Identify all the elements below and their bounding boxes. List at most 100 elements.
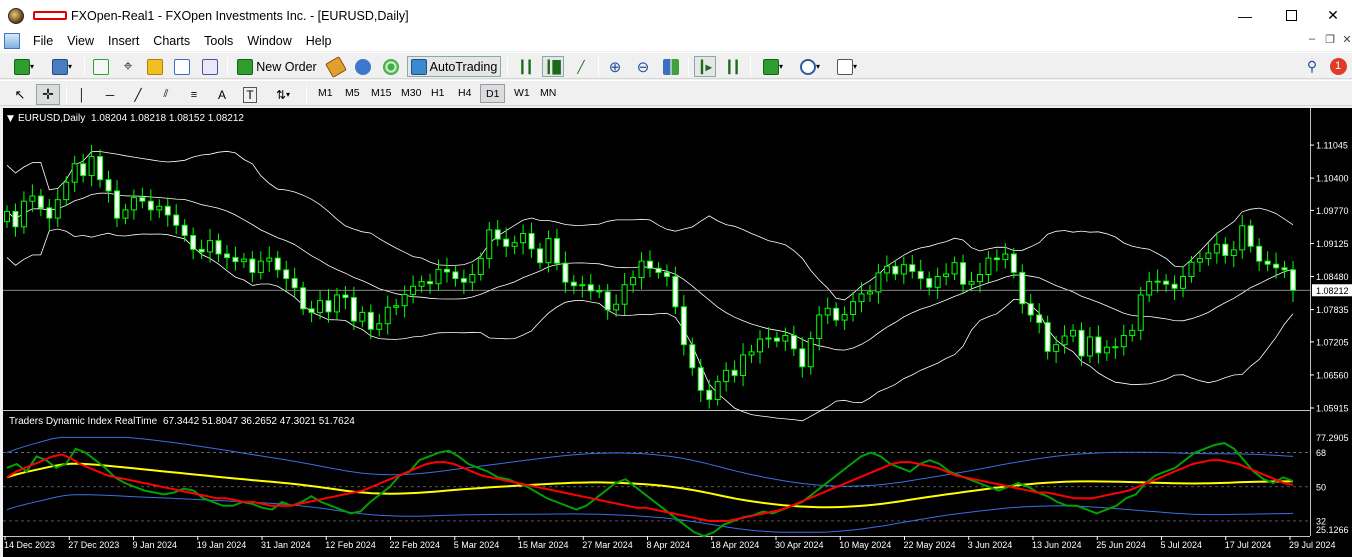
zoom-in-button[interactable]: ⊕ xyxy=(604,56,626,77)
candle-body-bull xyxy=(1053,344,1060,352)
candle-body-bull xyxy=(613,303,620,311)
mdi-restore-icon[interactable]: ❐ xyxy=(1321,33,1339,46)
timeframe-m1[interactable]: M1 xyxy=(313,84,338,103)
zoom-out-button[interactable]: ⊖ xyxy=(632,56,654,77)
toolbar-separator xyxy=(598,57,599,76)
bar-chart-button[interactable]: ┃┃ xyxy=(515,56,537,77)
fibonacci-button[interactable]: ≡ xyxy=(184,84,204,105)
text-tool-button[interactable]: A xyxy=(212,84,232,105)
metaeditor-button[interactable] xyxy=(325,55,347,78)
timeframe-d1[interactable]: D1 xyxy=(480,84,506,103)
price-pane[interactable] xyxy=(3,108,1310,410)
candle-body-bear xyxy=(46,207,53,219)
menu-file[interactable]: File xyxy=(26,31,60,51)
strategy-tester-button[interactable] xyxy=(199,56,221,77)
date-tick-label: 10 May 2024 xyxy=(839,540,891,550)
chart-window[interactable]: 1.11045 1.10400 1.09770 1.09125 1.08480 1.078… xyxy=(3,108,1352,557)
timeframe-m5[interactable]: M5 xyxy=(340,84,365,103)
menu-tools[interactable]: Tools xyxy=(197,31,240,51)
candle-body-bear xyxy=(494,229,501,240)
menu-insert[interactable]: Insert xyxy=(101,31,146,51)
price-tick-label: 1.07205 xyxy=(1316,337,1349,347)
data-window-button[interactable]: ⌖ xyxy=(117,56,139,77)
community-button[interactable] xyxy=(352,56,374,77)
text-tool-icon: A xyxy=(217,87,226,102)
redacted-account-box xyxy=(33,11,67,20)
line-chart-button[interactable]: ╱ xyxy=(570,56,592,77)
horizontal-line-button[interactable]: ─ xyxy=(100,84,120,105)
chart-shift-button[interactable]: ┃┃ xyxy=(722,56,744,77)
toolbar-separator xyxy=(750,57,751,76)
candle-body-bear xyxy=(1078,329,1085,357)
notifications-button[interactable]: 1 xyxy=(1326,56,1350,77)
close-icon[interactable]: ✕ xyxy=(1314,0,1352,31)
terminal-button[interactable] xyxy=(171,56,193,77)
autotrading-button[interactable]: AutoTrading xyxy=(407,56,501,77)
indicators-icon xyxy=(762,58,779,75)
new-chart-button[interactable]: ▾ xyxy=(8,56,40,77)
candle-body-bear xyxy=(190,235,197,250)
candle-body-bear xyxy=(139,197,146,202)
profiles-icon xyxy=(51,58,68,75)
tdi-tick-label: 77.2905 xyxy=(1316,433,1349,443)
tile-windows-button[interactable] xyxy=(660,56,682,77)
periods-button[interactable]: ▾ xyxy=(794,56,826,77)
cursor-tool-button[interactable]: ↖ xyxy=(10,84,30,105)
new-order-button[interactable]: New Order xyxy=(236,56,318,77)
vertical-line-icon: │ xyxy=(78,87,86,102)
candle-body-bull xyxy=(4,210,10,223)
mdi-minimize-icon[interactable]: – xyxy=(1303,33,1321,45)
menu-help[interactable]: Help xyxy=(299,31,339,51)
price-tick-label: 1.09770 xyxy=(1316,206,1349,216)
navigator-button[interactable] xyxy=(144,56,166,77)
timeframe-mn[interactable]: MN xyxy=(535,84,561,103)
candle-body-bear xyxy=(909,264,916,272)
timeframe-h1[interactable]: H1 xyxy=(426,84,449,103)
autoscroll-button[interactable]: ┃▸ xyxy=(694,56,716,77)
candle-body-bull xyxy=(393,305,400,308)
date-tick-label: 29 Jul 2024 xyxy=(1289,540,1336,550)
search-button[interactable]: ⚲ xyxy=(1302,56,1322,77)
mdi-close-icon[interactable]: ✕ xyxy=(1338,33,1352,46)
candle-body-bull xyxy=(545,238,552,264)
menu-charts[interactable]: Charts xyxy=(146,31,197,51)
tester-icon xyxy=(202,58,218,75)
maximize-icon[interactable] xyxy=(1268,0,1314,31)
indicators-button[interactable]: ▾ xyxy=(757,56,789,77)
price-scale[interactable] xyxy=(1311,108,1352,536)
menu-view[interactable]: View xyxy=(60,31,101,51)
candle-body-bear xyxy=(528,232,535,250)
vertical-line-button[interactable]: │ xyxy=(72,84,92,105)
trendline-button[interactable]: ╱ xyxy=(128,84,148,105)
candle-body-bear xyxy=(672,276,679,308)
candle-body-bear xyxy=(1027,303,1034,316)
minimize-icon[interactable]: — xyxy=(1222,0,1268,31)
candle-body-bull xyxy=(240,258,247,263)
market-watch-button[interactable] xyxy=(90,56,112,77)
price-tick-label: 1.11045 xyxy=(1316,141,1348,151)
timeframe-m15[interactable]: M15 xyxy=(366,84,396,103)
chart-canvas[interactable]: 1.11045 1.10400 1.09770 1.09125 1.08480 1.078… xyxy=(3,108,1352,557)
timeframe-m30[interactable]: M30 xyxy=(396,84,426,103)
menu-window[interactable]: Window xyxy=(240,31,298,51)
candle-body-bear xyxy=(663,271,670,278)
candle-body-bull xyxy=(621,284,628,305)
signals-icon xyxy=(383,58,399,75)
profiles-button[interactable]: ▾ xyxy=(46,56,78,77)
text-label-button[interactable]: T xyxy=(240,84,260,105)
templates-button[interactable]: ▾ xyxy=(831,56,863,77)
arrows-button[interactable]: ⇅ ▾ xyxy=(268,84,298,105)
date-tick-label: 19 Jan 2024 xyxy=(197,540,247,550)
equidistant-channel-button[interactable]: ⫽ xyxy=(156,84,176,105)
signals-button[interactable] xyxy=(380,56,402,77)
timeframe-h4[interactable]: H4 xyxy=(453,84,476,103)
date-tick-label: 27 Mar 2024 xyxy=(582,540,633,550)
timeframe-w1[interactable]: W1 xyxy=(509,84,535,103)
symbol-triangle-icon: ▼ xyxy=(7,114,14,124)
chart-window-icon[interactable] xyxy=(4,33,20,49)
candle-body-bull xyxy=(748,351,755,356)
candle-body-bear xyxy=(105,179,112,192)
indicator-values: 67.3442 51.8047 36.2652 47.3021 51.7624 xyxy=(163,416,355,427)
candlestick-chart-button[interactable]: ┃█ xyxy=(542,56,564,77)
crosshair-tool-button[interactable]: ✛ xyxy=(36,84,60,105)
